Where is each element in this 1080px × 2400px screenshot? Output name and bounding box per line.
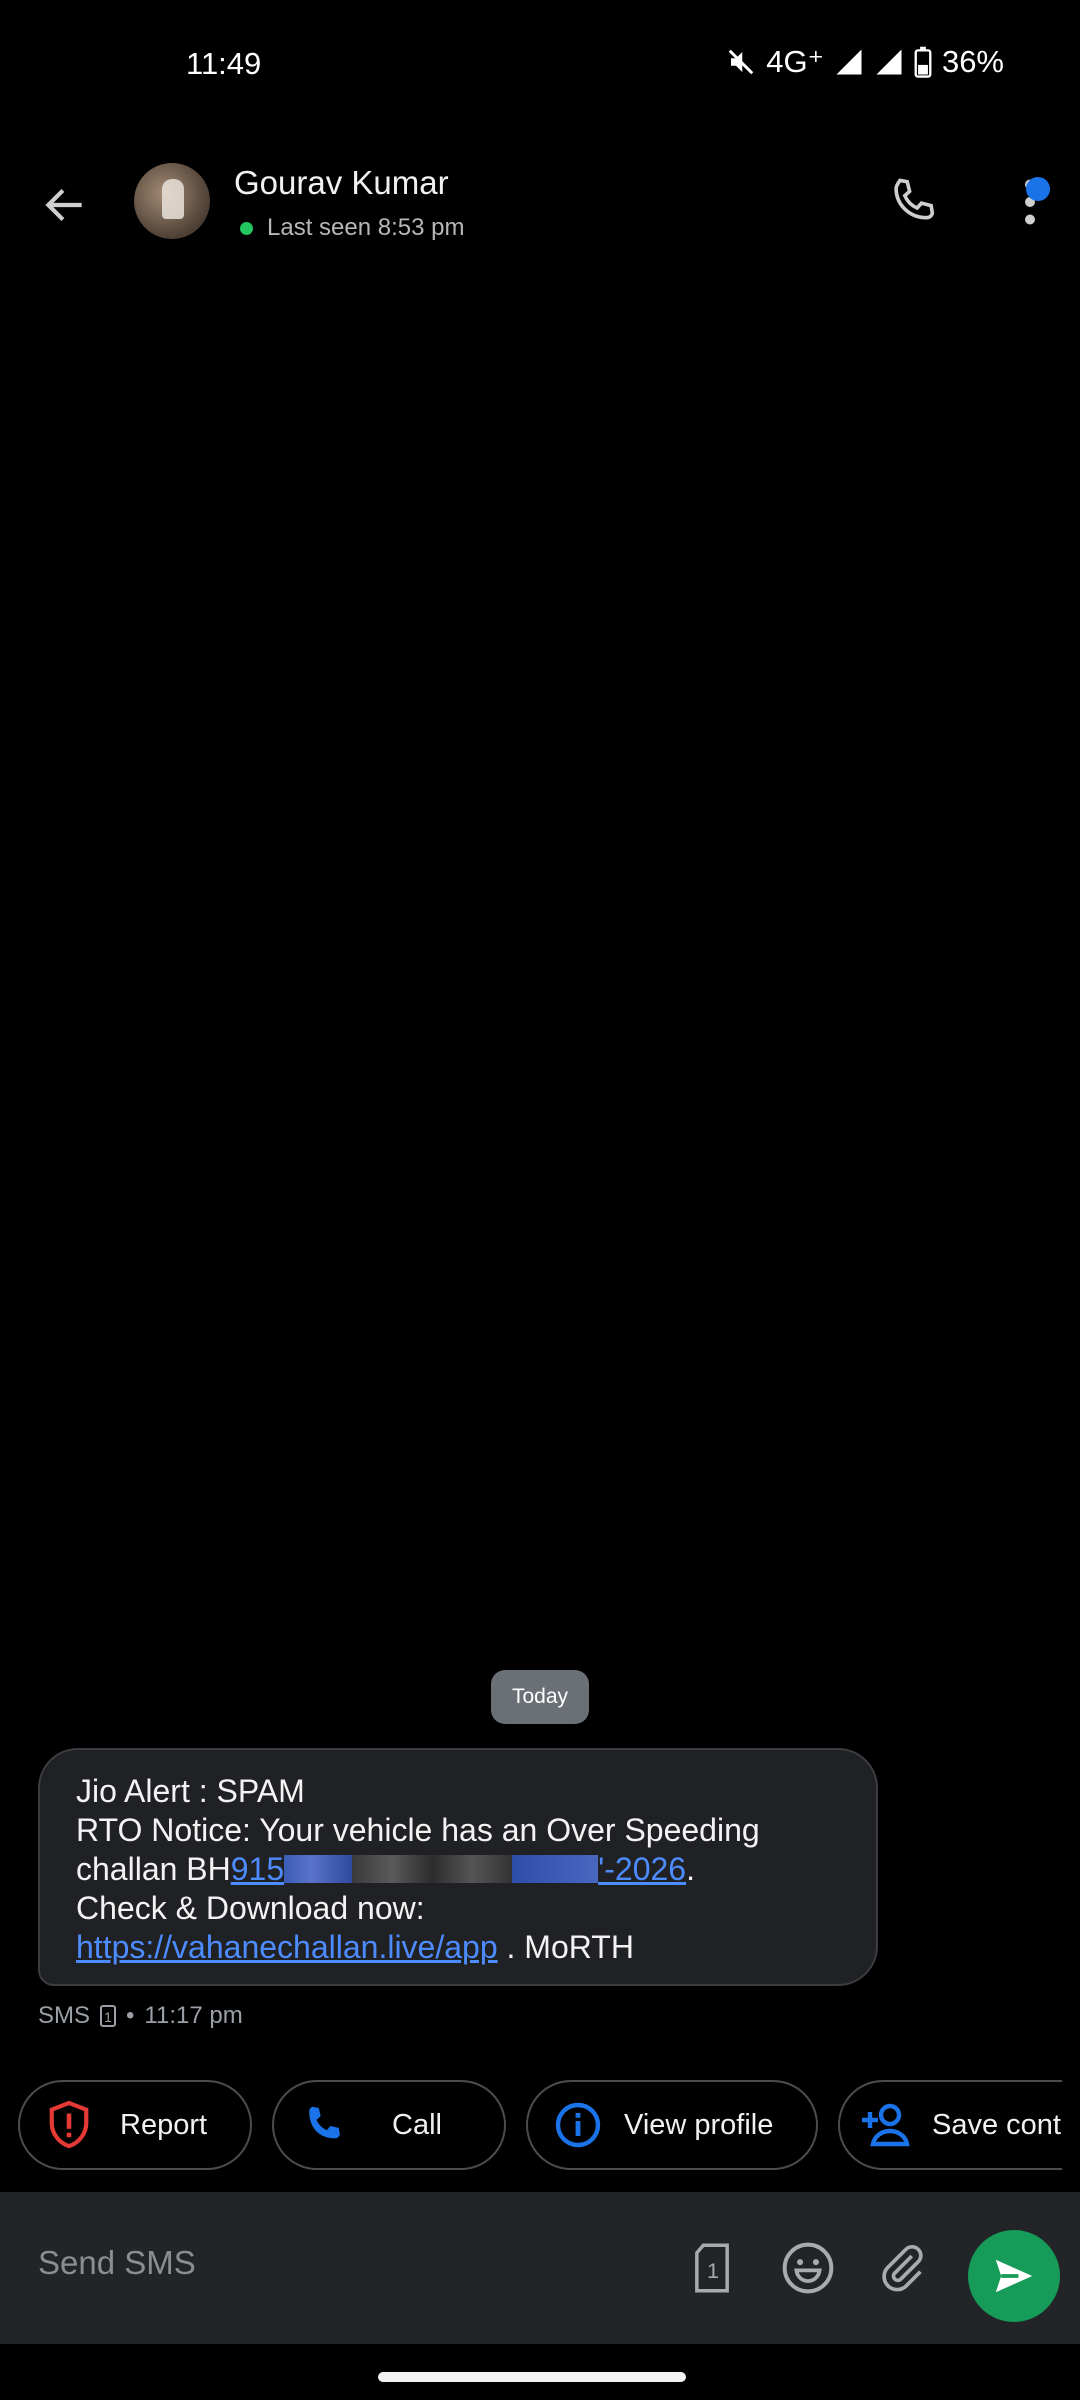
contact-name[interactable]: Gourav Kumar xyxy=(234,164,449,202)
person-add-icon xyxy=(860,2102,916,2148)
mute-icon xyxy=(728,49,754,75)
phone-icon xyxy=(300,2102,346,2148)
sms-input[interactable]: Send SMS xyxy=(38,2244,196,2282)
send-button[interactable] xyxy=(968,2230,1060,2322)
call-action-button[interactable]: Call xyxy=(272,2080,506,2170)
phone-icon xyxy=(894,178,935,220)
presence-status: Last seen 8:53 pm xyxy=(240,214,464,242)
message-bubble[interactable]: Jio Alert : SPAM RTO Notice: Your vehicl… xyxy=(38,1748,878,1986)
home-indicator[interactable] xyxy=(378,2372,686,2382)
redacted-block xyxy=(284,1855,353,1883)
sim-icon: 1 xyxy=(695,2243,729,2293)
suggested-actions: Report Call View profile Save cont xyxy=(18,2080,1062,2174)
status-time: 11:49 xyxy=(186,46,262,81)
sim-select-button[interactable]: 1 xyxy=(680,2236,744,2300)
url-link[interactable]: https://vahanechallan.live/app xyxy=(76,1929,498,1965)
redacted-block xyxy=(352,1855,513,1883)
battery-percent: 36% xyxy=(941,44,1004,79)
info-icon xyxy=(554,2101,602,2149)
status-bar: 11:49 4G⁺ 36% xyxy=(0,0,1080,135)
challan-link[interactable]: 915 '-2026 xyxy=(231,1851,686,1887)
network-type: 4G⁺ xyxy=(766,44,824,79)
call-button[interactable] xyxy=(884,172,942,230)
notification-dot xyxy=(1026,177,1050,201)
message-line: challan BH915 '-2026. xyxy=(76,1851,695,1887)
message-text: challan BH xyxy=(76,1851,231,1887)
message-line: Check & Download now: xyxy=(76,1890,425,1926)
attach-icon xyxy=(882,2244,923,2292)
message-line: https://vahanechallan.live/app . MoRTH xyxy=(76,1929,634,1965)
call-label: Call xyxy=(392,2108,442,2141)
view-profile-label: View profile xyxy=(624,2108,774,2141)
message-meta: SMS 1 • 11:17 pm xyxy=(38,2002,243,2030)
separator: • xyxy=(126,2002,135,2029)
signal-icon xyxy=(836,49,862,75)
svg-text:1: 1 xyxy=(707,2258,719,2283)
emoji-button[interactable] xyxy=(776,2236,840,2300)
battery-icon xyxy=(914,46,932,78)
shield-alert-icon xyxy=(46,2100,92,2150)
conversation-header: Gourav Kumar Last seen 8:53 pm xyxy=(0,160,1080,280)
send-icon xyxy=(995,2259,1033,2293)
report-label: Report xyxy=(120,2108,208,2141)
attach-button[interactable] xyxy=(870,2236,934,2300)
view-profile-button[interactable]: View profile xyxy=(526,2080,818,2170)
save-contact-label: Save cont xyxy=(932,2108,1061,2141)
signal-icon xyxy=(876,49,902,75)
back-button[interactable] xyxy=(40,180,90,230)
online-dot xyxy=(240,221,253,235)
report-button[interactable]: Report xyxy=(18,2080,252,2170)
arrow-left-icon xyxy=(45,188,82,222)
message-time: 11:17 pm xyxy=(144,2002,243,2029)
composer-bar: Send SMS 1 xyxy=(0,2192,1080,2344)
status-icons: 4G⁺ 36% xyxy=(726,44,1004,80)
redacted-block xyxy=(512,1855,599,1883)
channel-label: SMS xyxy=(38,2002,91,2029)
message-line: Jio Alert : SPAM xyxy=(76,1773,305,1809)
last-seen-text: Last seen 8:53 pm xyxy=(267,214,465,241)
sim-icon: 1 xyxy=(100,2005,117,2027)
avatar[interactable] xyxy=(134,163,210,239)
emoji-icon xyxy=(782,2242,834,2294)
message-line: RTO Notice: Your vehicle has an Over Spe… xyxy=(76,1812,760,1848)
save-contact-button[interactable]: Save cont xyxy=(838,2080,1062,2170)
date-chip: Today xyxy=(491,1670,589,1724)
